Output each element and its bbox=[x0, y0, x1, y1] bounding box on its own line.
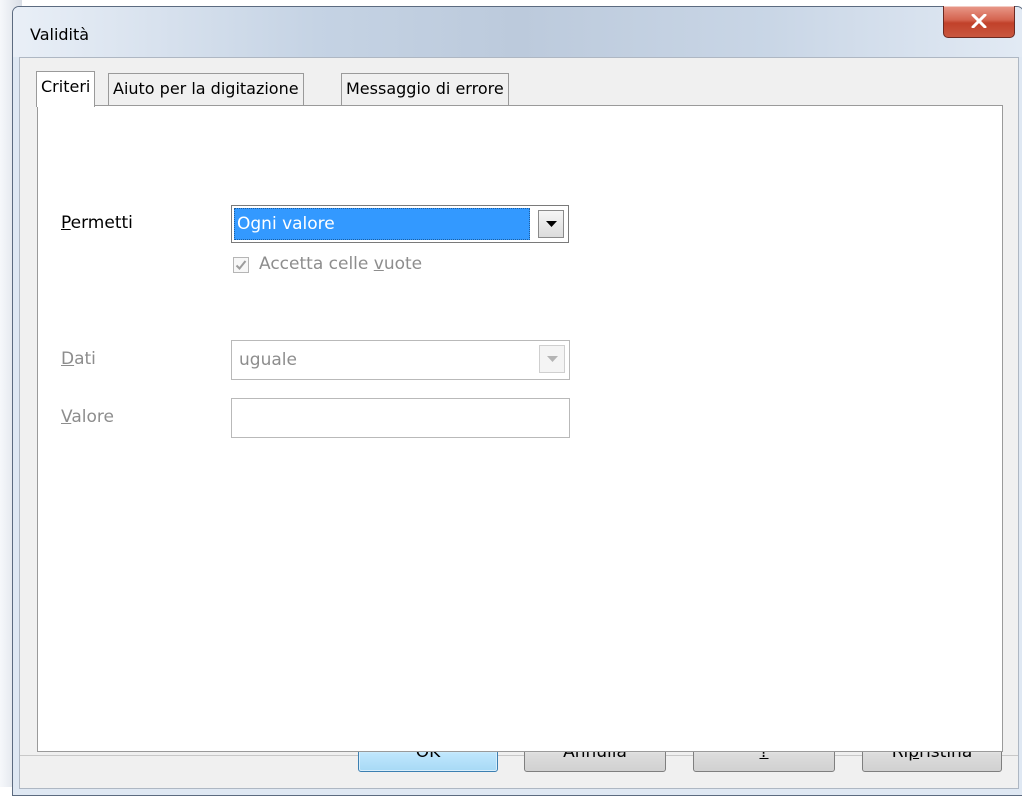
checkmark-icon bbox=[235, 260, 247, 270]
data-dropdown[interactable]: uguale bbox=[231, 340, 570, 380]
chevron-down-icon bbox=[547, 356, 558, 362]
allow-blank-label: Accetta celle vuote bbox=[259, 254, 423, 274]
validity-dialog: Validità Criteri Aiuto per la digitazion… bbox=[12, 6, 1022, 796]
value-label: Valore bbox=[61, 407, 114, 427]
allow-selected-value: Ogni valore bbox=[234, 208, 530, 240]
data-selected-value: uguale bbox=[239, 350, 297, 370]
close-icon bbox=[971, 14, 987, 28]
data-dropdown-button[interactable] bbox=[539, 345, 565, 373]
tab-aiuto-digitazione[interactable]: Aiuto per la digitazione bbox=[108, 73, 304, 105]
dialog-client-area: Criteri Aiuto per la digitazione Messagg… bbox=[19, 57, 1019, 789]
allow-blank-checkbox[interactable] bbox=[233, 257, 249, 273]
tab-criteri[interactable]: Criteri bbox=[36, 71, 96, 107]
close-button[interactable] bbox=[943, 6, 1015, 38]
data-label: Dati bbox=[61, 349, 96, 369]
title-bar[interactable]: Validità bbox=[13, 6, 1022, 57]
value-input[interactable] bbox=[231, 398, 570, 438]
allow-dropdown[interactable]: Ogni valore bbox=[231, 205, 569, 243]
allow-dropdown-button[interactable] bbox=[538, 210, 564, 238]
dialog-title: Validità bbox=[30, 25, 90, 44]
chevron-down-icon bbox=[546, 221, 557, 227]
tab-messaggio-errore[interactable]: Messaggio di errore bbox=[341, 73, 509, 105]
criteria-panel: Permetti Ogni valore Accetta celle vuote… bbox=[37, 105, 1003, 752]
allow-label: Permetti bbox=[61, 213, 133, 233]
